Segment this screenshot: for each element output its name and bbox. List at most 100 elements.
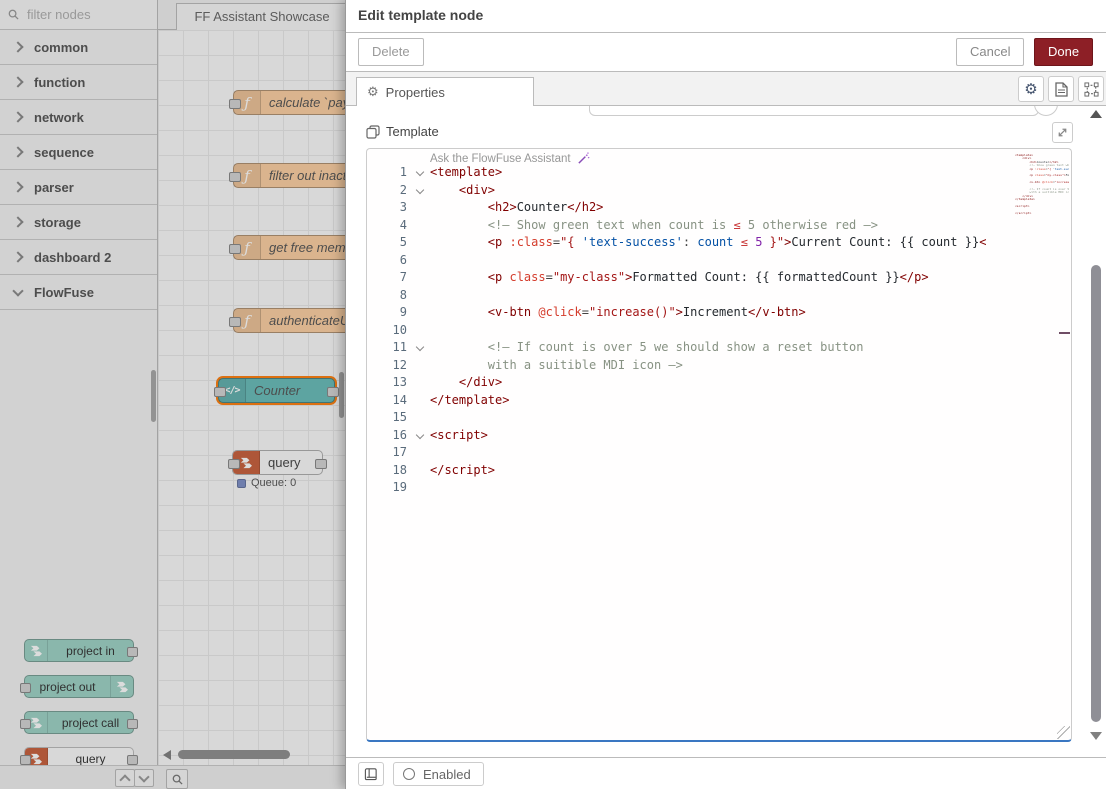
search-input[interactable] — [25, 6, 139, 23]
code-line-16[interactable]: 16<script> — [367, 427, 1071, 445]
node-port[interactable] — [20, 755, 31, 765]
function-icon: ƒ — [244, 239, 250, 257]
code-line-6[interactable]: 6 — [367, 252, 1071, 270]
delete-button[interactable]: Delete — [358, 38, 424, 66]
node-port[interactable] — [20, 719, 31, 729]
node-port[interactable] — [228, 459, 240, 469]
palette-category-function[interactable]: function — [0, 65, 157, 100]
code-line-4[interactable]: 4 <!— Show green text when count is ≤ 5 … — [367, 217, 1071, 235]
status-dot-icon — [237, 479, 246, 488]
palette-category-FlowFuse[interactable]: FlowFuse — [0, 275, 157, 310]
node-settings-button[interactable]: ⚙ — [1018, 76, 1044, 102]
fold-chevron-icon[interactable] — [413, 339, 430, 357]
code-line-14[interactable]: 14</template> — [367, 392, 1071, 410]
node-port[interactable] — [214, 387, 226, 397]
palette-search[interactable] — [0, 0, 157, 30]
palette-node-project-out[interactable]: project out — [24, 675, 134, 698]
dialog-form: Template Ask the FlowFuse Assistant 1<te… — [346, 106, 1106, 757]
node-appearance-button[interactable] — [1078, 76, 1104, 102]
code-line-8[interactable]: 8 — [367, 287, 1071, 305]
node-port[interactable] — [127, 755, 138, 765]
flow-tab[interactable]: FF Assistant Showcase — [176, 3, 345, 30]
done-button[interactable]: Done — [1034, 38, 1093, 66]
palette-category-dashboard-2[interactable]: dashboard 2 — [0, 240, 157, 275]
flow-node-query[interactable]: query — [232, 450, 323, 475]
node-port[interactable] — [127, 647, 138, 657]
code-line-11[interactable]: 11 <!— If count is over 5 we should show… — [367, 339, 1071, 357]
fold-spacer — [413, 252, 430, 270]
palette-node-project-call[interactable]: project call — [24, 711, 134, 734]
palette-category-common[interactable]: common — [0, 30, 157, 65]
scroll-up-arrow-icon[interactable] — [1090, 110, 1102, 118]
gear-icon: ⚙ — [1024, 80, 1037, 98]
collapse-all-button[interactable] — [115, 769, 135, 787]
fold-chevron-icon[interactable] — [413, 427, 430, 445]
expand-icon — [1057, 127, 1068, 138]
flowfuse-logo-icon — [29, 645, 43, 657]
code-line-13[interactable]: 13 </div> — [367, 374, 1071, 392]
collapse-circle-button[interactable] — [1034, 106, 1058, 116]
node-port[interactable] — [20, 683, 31, 693]
fold-chevron-icon[interactable] — [413, 164, 430, 182]
flowfuse-logo-icon — [239, 457, 253, 469]
flow-node-filter-out-inacti[interactable]: ƒfilter out inacti — [233, 163, 345, 188]
node-port[interactable] — [127, 719, 138, 729]
flow-node-calculate-pay[interactable]: ƒcalculate `pay — [233, 90, 345, 115]
palette-category-parser[interactable]: parser — [0, 170, 157, 205]
cancel-button[interactable]: Cancel — [956, 38, 1024, 66]
node-port[interactable] — [229, 317, 241, 327]
code-line-19[interactable]: 19 — [367, 479, 1071, 497]
node-port[interactable] — [229, 172, 241, 182]
palette-category-storage[interactable]: storage — [0, 205, 157, 240]
node-help-button[interactable] — [358, 762, 384, 786]
node-port[interactable] — [229, 99, 241, 109]
expand-all-button[interactable] — [134, 769, 154, 787]
code-line-10[interactable]: 10 — [367, 322, 1071, 340]
palette-scrollbar[interactable] — [151, 370, 156, 422]
tab-properties[interactable]: ⚙ Properties — [356, 77, 534, 106]
fold-spacer — [413, 479, 430, 497]
flow-node-get-free-memo[interactable]: ƒget free memo — [233, 235, 345, 260]
expand-editor-button[interactable] — [1052, 122, 1073, 143]
node-port[interactable] — [327, 387, 339, 397]
enabled-toggle-button[interactable]: Enabled — [393, 762, 484, 786]
code-line-9[interactable]: 9 <v-btn @click="increase()">Increment</… — [367, 304, 1071, 322]
code-line-5[interactable]: 5 <p :class="{ 'text-success': count ≤ 5… — [367, 234, 1071, 252]
code-line-12[interactable]: 12 with a suitible MDI icon —> — [367, 357, 1071, 375]
node-red-editor: commonfunctionnetworksequenceparserstora… — [0, 0, 1106, 789]
code-line-17[interactable]: 17 — [367, 444, 1071, 462]
code-line-18[interactable]: 18</script> — [367, 462, 1071, 480]
code-line-15[interactable]: 15 — [367, 409, 1071, 427]
node-description-button[interactable] — [1048, 76, 1074, 102]
palette-category-sequence[interactable]: sequence — [0, 135, 157, 170]
fold-chevron-icon[interactable] — [413, 182, 430, 200]
node-port[interactable] — [315, 459, 327, 469]
chevron-right-icon — [12, 76, 23, 87]
node-port[interactable] — [229, 244, 241, 254]
line-number: 19 — [367, 479, 413, 497]
fold-spacer — [413, 322, 430, 340]
code-line-3[interactable]: 3 <h2>Counter</h2> — [367, 199, 1071, 217]
line-number: 1 — [367, 164, 413, 182]
editor-resize-handle[interactable] — [1057, 726, 1070, 739]
horizontal-scroll-thumb[interactable] — [178, 750, 290, 759]
node-status: Queue: 0 — [237, 477, 296, 489]
dialog-tab-bar: ⚙ Properties ⚙ — [346, 72, 1106, 106]
editor-minimap[interactable]: <template> <div> <h2>Counter</h2> <!— Sh… — [1015, 154, 1069, 224]
palette-category-network[interactable]: network — [0, 100, 157, 135]
flow-node-authenticateU[interactable]: ƒauthenticateU — [233, 308, 345, 333]
dialog-scroll-thumb[interactable] — [1091, 265, 1101, 722]
zoom-button[interactable] — [166, 769, 188, 789]
workspace-horizontal-scrollbar[interactable] — [158, 749, 345, 761]
code-line-2[interactable]: 2 <div> — [367, 182, 1071, 200]
code-editor[interactable]: Ask the FlowFuse Assistant 1<template>2 … — [366, 148, 1072, 742]
flow-node-Counter[interactable]: </>Counter — [218, 378, 335, 403]
code-line-7[interactable]: 7 <p class="my-class">Formatted Count: {… — [367, 269, 1071, 287]
line-number: 12 — [367, 357, 413, 375]
scroll-left-arrow-icon[interactable] — [163, 750, 171, 760]
fold-spacer — [413, 269, 430, 287]
workspace-vertical-scrollbar[interactable] — [339, 372, 344, 418]
scroll-down-arrow-icon[interactable] — [1090, 732, 1102, 740]
code-line-1[interactable]: 1<template> — [367, 164, 1071, 182]
palette-node-project-in[interactable]: project in — [24, 639, 134, 662]
